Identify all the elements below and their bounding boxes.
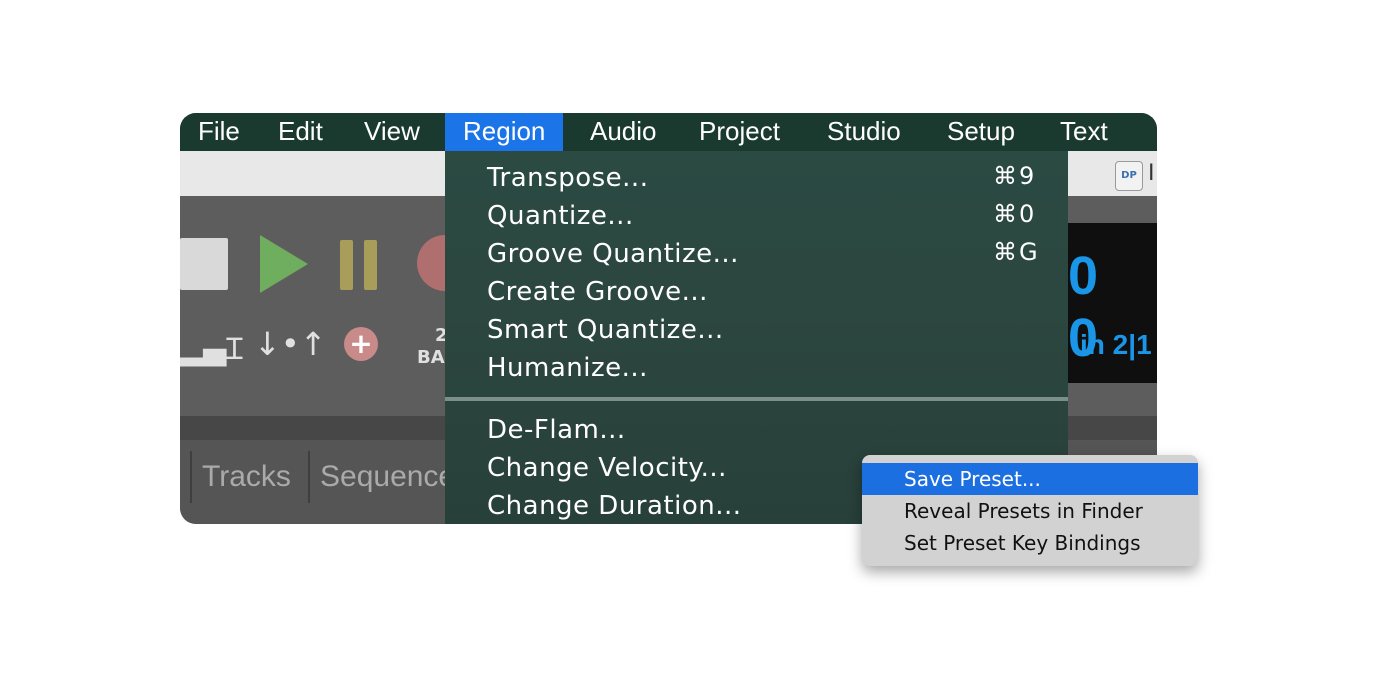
shortcut-quantize: ⌘0 — [993, 200, 1037, 228]
stop-button[interactable] — [180, 238, 228, 290]
menu-item-de-flam[interactable]: De-Flam... — [487, 411, 626, 449]
menu-item-quantize[interactable]: Quantize... — [487, 197, 634, 235]
menu-region[interactable]: Region — [445, 113, 564, 151]
counter-display: 0 0 in 2|1 — [1068, 223, 1157, 383]
menu-separator — [445, 397, 1068, 401]
menu-item-change-duration[interactable]: Change Duration... — [487, 487, 742, 524]
tab-tracks[interactable]: Tracks — [190, 451, 291, 503]
play-button[interactable] — [260, 235, 308, 293]
menu-bar: File Edit View Region Audio Project Stud… — [180, 113, 1157, 151]
preset-submenu: Save Preset... Reveal Presets in Finder … — [862, 455, 1198, 566]
menu-item-groove-quantize[interactable]: Groove Quantize... — [487, 235, 739, 273]
menu-item-humanize[interactable]: Humanize... — [487, 349, 648, 387]
menu-item-save-preset[interactable]: Save Preset... — [862, 463, 1198, 495]
menu-item-create-groove[interactable]: Create Groove... — [487, 273, 708, 311]
counter-position: in 2|1 — [1080, 329, 1152, 360]
document-title-fragment: I — [1148, 161, 1155, 186]
pause-button[interactable] — [340, 240, 382, 290]
menu-item-transpose[interactable]: Transpose... — [487, 159, 648, 197]
shortcut-groove-quantize: ⌘G — [993, 238, 1040, 266]
menu-item-reveal-presets[interactable]: Reveal Presets in Finder — [862, 495, 1198, 527]
menu-setup[interactable]: Setup — [929, 113, 1033, 151]
menu-item-change-velocity[interactable]: Change Velocity... — [487, 449, 727, 487]
shortcut-transpose: ⌘9 — [993, 162, 1037, 190]
menu-view[interactable]: View — [346, 113, 438, 151]
menu-text[interactable]: Text — [1042, 113, 1126, 151]
menu-file[interactable]: File — [180, 113, 258, 151]
menu-edit[interactable]: Edit — [260, 113, 341, 151]
add-icon[interactable]: + — [344, 327, 378, 361]
dp-app-icon: DP — [1115, 161, 1143, 191]
tab-sequence[interactable]: Sequence — [308, 451, 455, 503]
menu-item-preset-key-bindings[interactable]: Set Preset Key Bindings — [862, 527, 1198, 559]
menu-project[interactable]: Project — [681, 113, 798, 151]
menu-studio[interactable]: Studio — [809, 113, 919, 151]
marker-arrows-icon[interactable]: ↓•↑ — [254, 325, 327, 363]
bar-label: BA — [417, 347, 445, 368]
menu-item-smart-quantize[interactable]: Smart Quantize... — [487, 311, 724, 349]
ruler-icon[interactable]: ▂▄Ɪ — [180, 327, 243, 368]
menu-audio[interactable]: Audio — [572, 113, 675, 151]
